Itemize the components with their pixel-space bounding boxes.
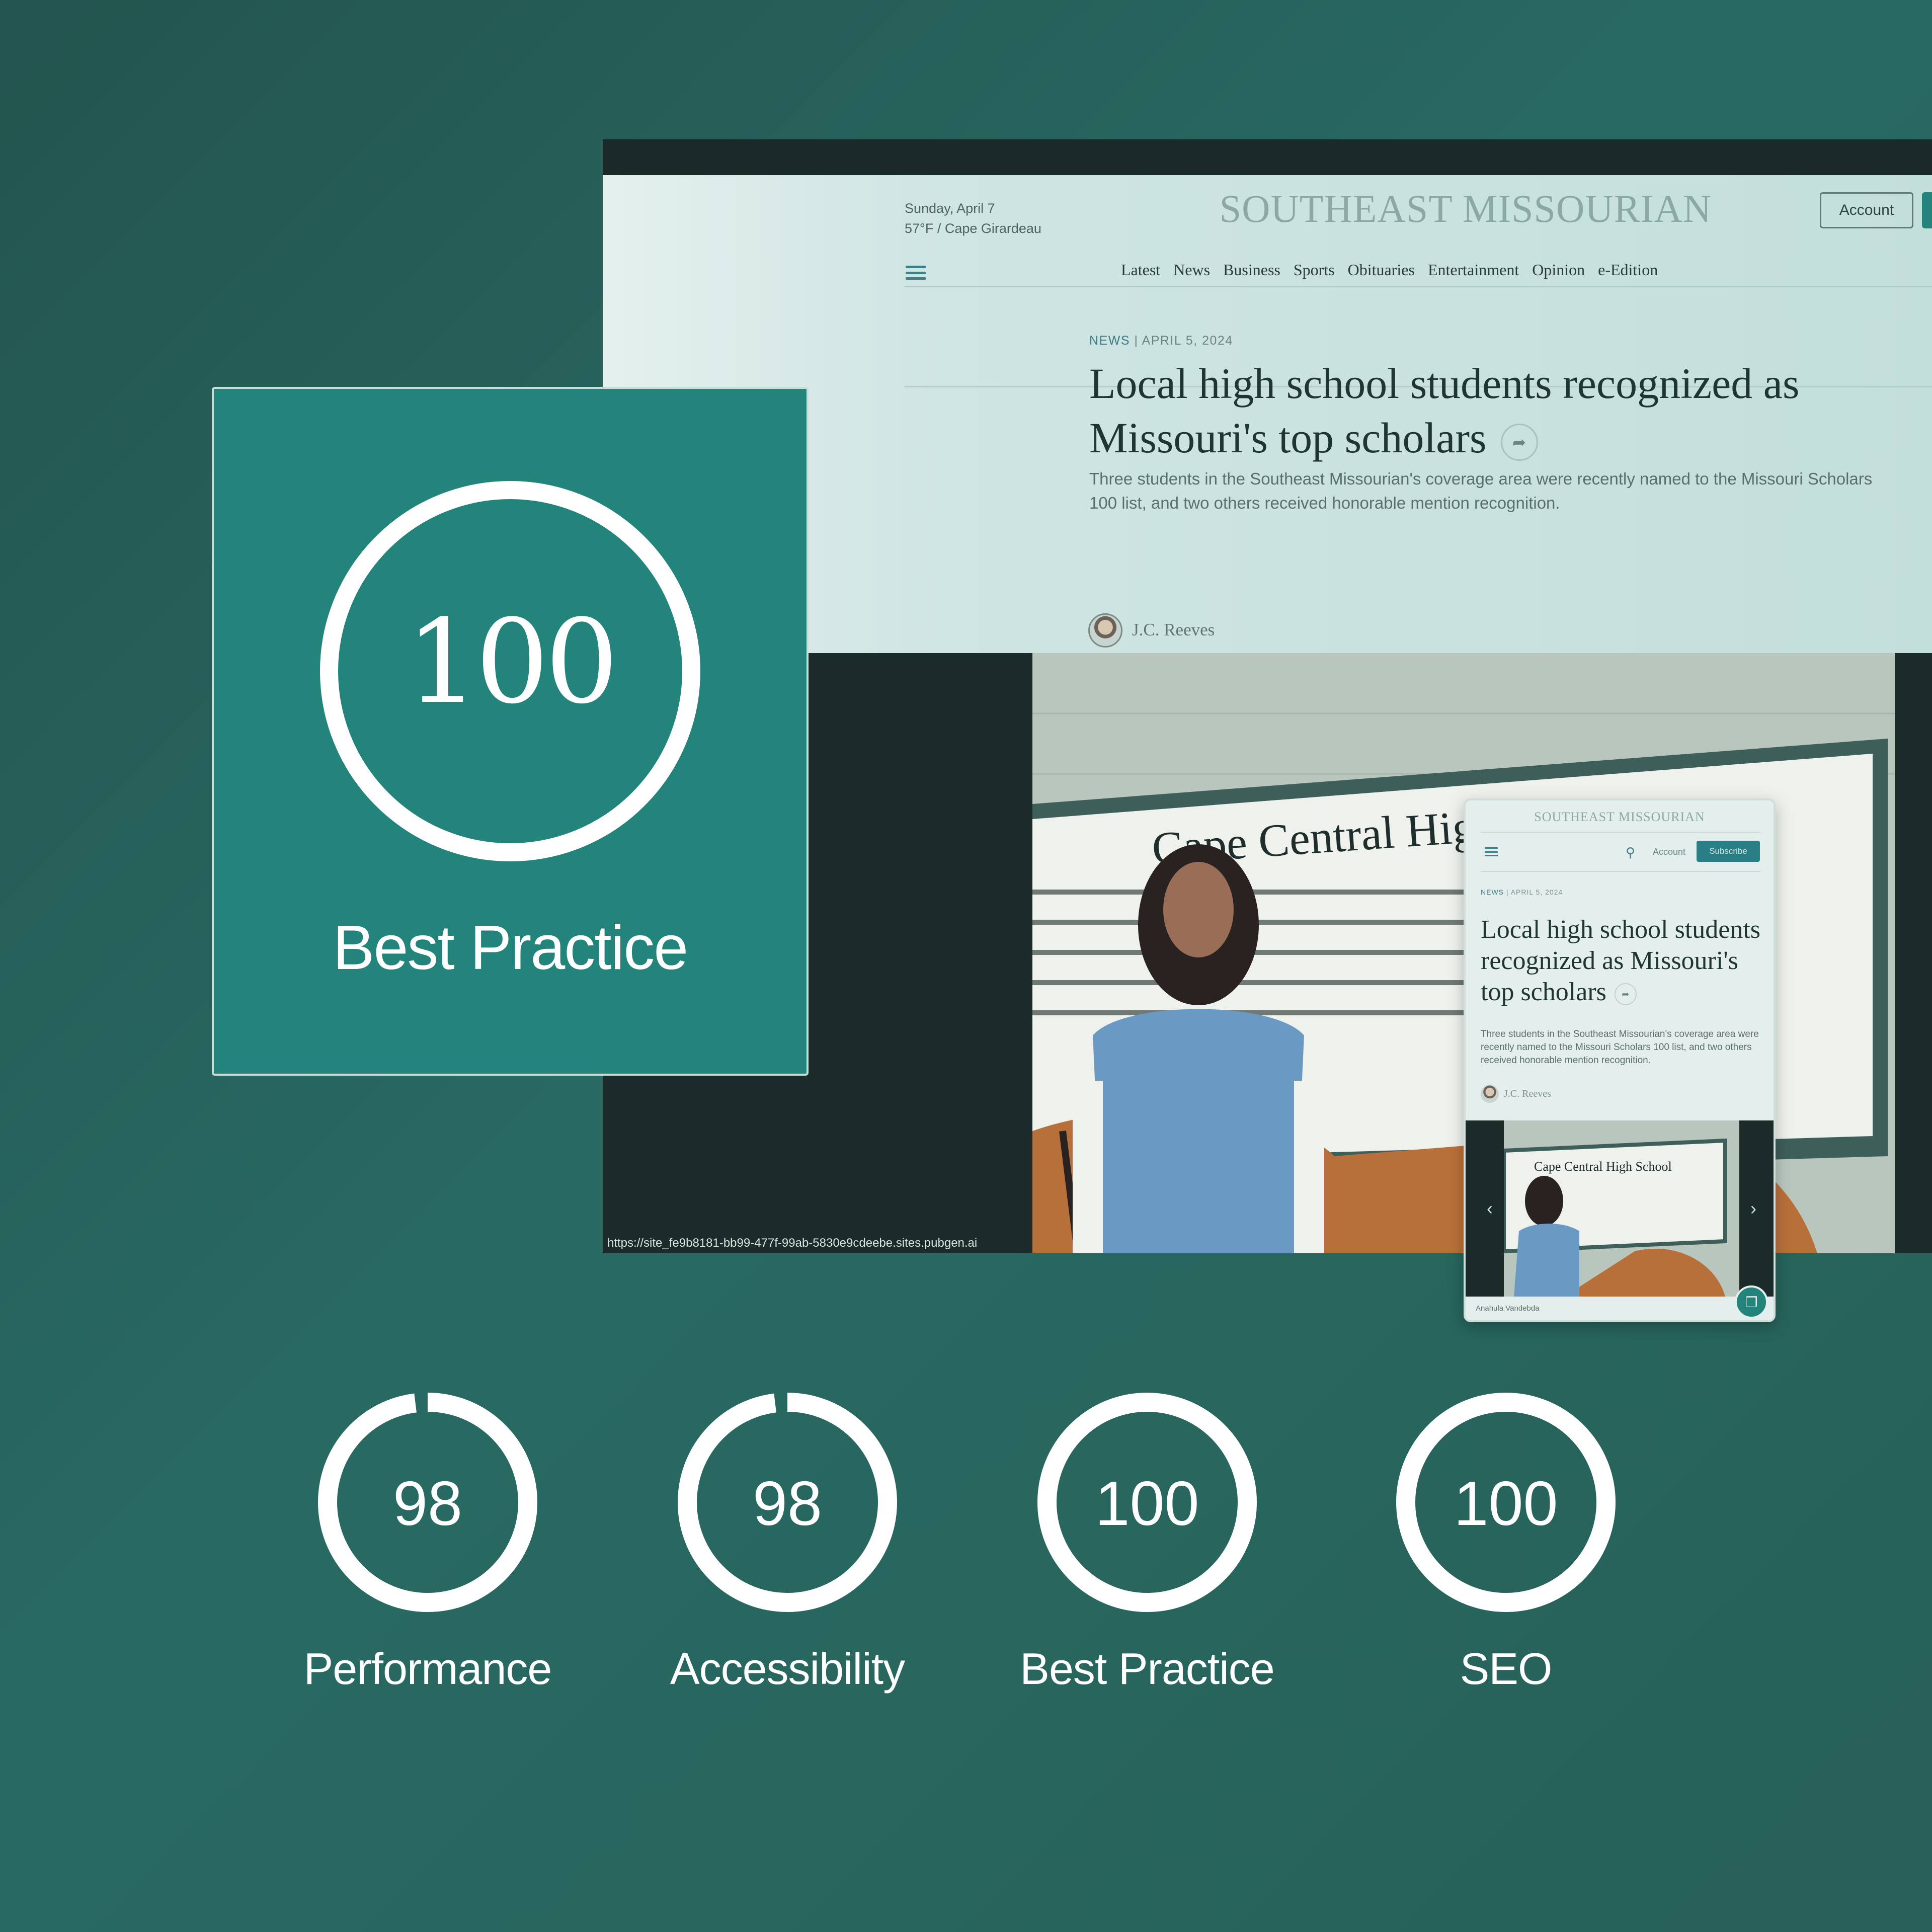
person-sleeve-left — [1073, 1081, 1103, 1253]
subscribe-button[interactable] — [1922, 192, 1932, 228]
person-face — [1163, 862, 1234, 957]
nav-business[interactable]: Business — [1223, 261, 1280, 279]
score-label: Accessibility — [670, 1644, 905, 1694]
author-name[interactable]: J.C. Reeves — [1132, 620, 1215, 640]
score-accessibility: 98 Accessibility — [657, 1393, 918, 1745]
share-arrow-icon[interactable]: ➦ — [1500, 424, 1538, 461]
nav-entertainment[interactable]: Entertainment — [1428, 261, 1519, 279]
featured-score-card: 100 Best Practice — [212, 387, 809, 1076]
mobile-meta-separator: | — [1506, 888, 1509, 896]
score-label: Performance — [303, 1644, 552, 1694]
mobile-nav-divider — [1481, 871, 1760, 872]
nav-obituaries[interactable]: Obituaries — [1348, 261, 1415, 279]
score-value: 98 — [753, 1469, 822, 1539]
mobile-banner-text: Cape Central High School — [1534, 1159, 1672, 1174]
reader-icon[interactable]: ❐ — [1735, 1285, 1768, 1319]
mobile-article-title: Local high school students recognized as… — [1481, 914, 1762, 1008]
mobile-article-dek: Three students in the Southeast Missouri… — [1481, 1029, 1759, 1066]
score-performance: 98 Performance — [297, 1393, 558, 1745]
score-value: 100 — [1454, 1469, 1558, 1539]
meta-separator: | — [1134, 334, 1139, 348]
score-value: 98 — [393, 1469, 462, 1539]
browser-top-bar — [603, 139, 1932, 175]
mobile-author-name[interactable]: J.C. Reeves — [1504, 1088, 1551, 1100]
mobile-article-date: APRIL 5, 2024 — [1510, 888, 1563, 896]
mobile-share-icon[interactable]: ➦ — [1614, 983, 1637, 1006]
chevron-right-icon[interactable]: › — [1739, 1194, 1767, 1223]
mobile-category[interactable]: NEWS — [1481, 888, 1504, 896]
article-title-text: Local high school students recognized as… — [1089, 359, 1800, 462]
category-link[interactable]: NEWS — [1089, 334, 1130, 348]
mobile-person-shirt — [1514, 1224, 1579, 1297]
score-label: SEO — [1460, 1644, 1553, 1694]
hamburger-icon[interactable] — [906, 266, 926, 280]
mobile-person-hair — [1525, 1176, 1563, 1226]
header-date: Sunday, April 7 57°F / Cape Girardeau — [905, 198, 1041, 238]
main-nav: Latest News Business Sports Obituaries E… — [1121, 261, 1932, 279]
article-dek: Three students in the Southeast Missouri… — [1089, 469, 1873, 512]
author-avatar — [1088, 613, 1122, 648]
mobile-logo[interactable]: SOUTHEAST MISSOURIAN — [1466, 810, 1774, 825]
photo-caption: Anahula Vandebda — [1466, 1297, 1774, 1320]
account-button[interactable]: Account — [1820, 192, 1913, 228]
mobile-subscribe-button[interactable]: Subscribe — [1697, 841, 1760, 862]
mobile-photo: Cape Central High School — [1504, 1120, 1739, 1297]
nav-sports[interactable]: Sports — [1294, 261, 1335, 279]
mobile-article-meta: NEWS | APRIL 5, 2024 — [1481, 888, 1563, 896]
search-icon[interactable]: ⚲ — [1626, 845, 1635, 860]
date-text: Sunday, April 7 — [905, 201, 995, 216]
article-date: APRIL 5, 2024 — [1142, 334, 1233, 348]
mobile-hamburger-icon[interactable] — [1485, 847, 1498, 856]
nav-news[interactable]: News — [1173, 261, 1210, 279]
person-shirt — [1093, 1009, 1304, 1253]
mobile-account-link[interactable]: Account — [1653, 847, 1685, 857]
nav-e-edition[interactable]: e-Edition — [1598, 261, 1658, 279]
featured-score-label: Best Practice — [333, 913, 689, 983]
site-logo[interactable]: SOUTHEAST MISSOURIAN — [1136, 186, 1795, 231]
article-title: Local high school students recognized as… — [1089, 356, 1894, 465]
score-label: Best Practice — [1020, 1644, 1274, 1694]
mobile-preview: SOUTHEAST MISSOURIAN ⚲ Account Subscribe… — [1464, 798, 1776, 1322]
chevron-left-icon[interactable]: ‹ — [1476, 1194, 1504, 1223]
mobile-author-avatar — [1481, 1085, 1499, 1103]
featured-score-value: 100 — [406, 595, 619, 730]
weather-text: 57°F / Cape Girardeau — [905, 221, 1041, 236]
status-bar-url: https://site_fe9b8181-bb99-477f-99ab-583… — [605, 1235, 980, 1251]
score-seo: 100 SEO — [1375, 1393, 1637, 1745]
article-meta: NEWS | APRIL 5, 2024 — [1089, 334, 1233, 348]
nav-opinion[interactable]: Opinion — [1532, 261, 1585, 279]
mobile-photo-carousel: Cape Central High School ‹ › — [1466, 1120, 1774, 1297]
person-sleeve-right — [1294, 1081, 1324, 1253]
nav-divider — [905, 286, 1932, 287]
score-value: 100 — [1095, 1469, 1199, 1539]
mobile-divider — [1481, 832, 1760, 833]
nav-latest[interactable]: Latest — [1121, 261, 1160, 279]
score-best-practice: 100 Best Practice — [1016, 1393, 1278, 1745]
